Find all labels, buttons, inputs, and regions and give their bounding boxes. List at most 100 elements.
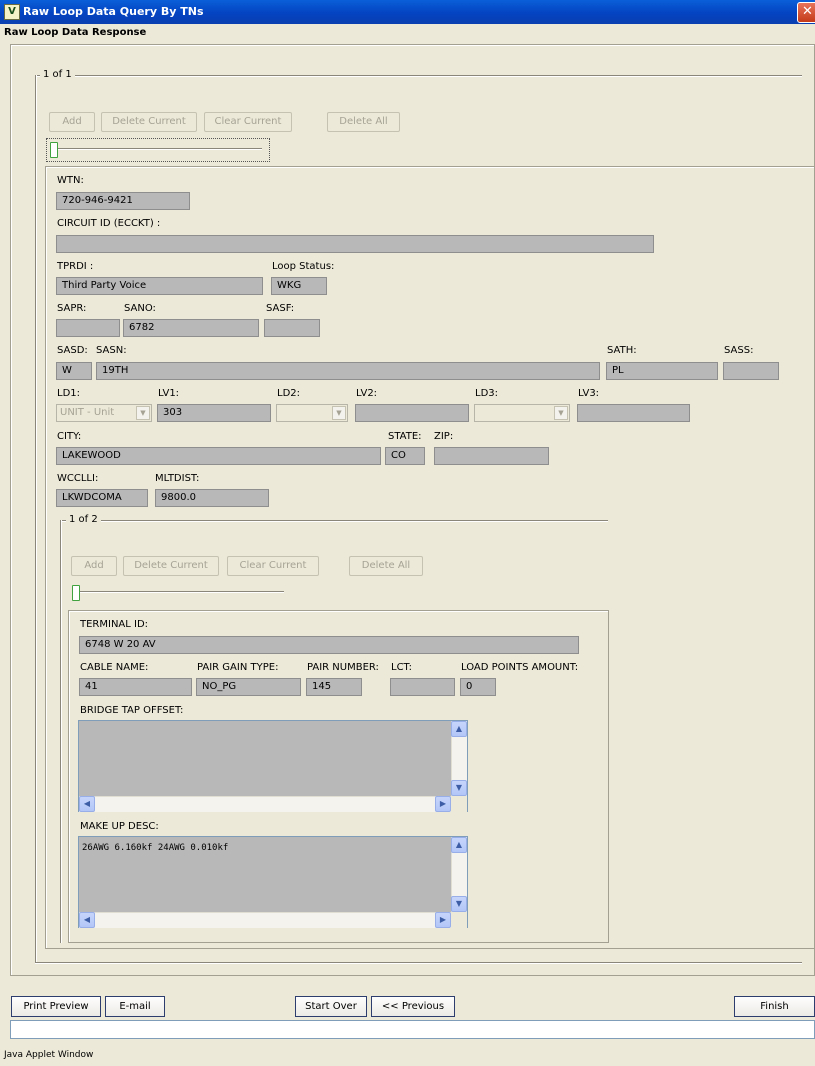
record-slider[interactable]	[46, 138, 270, 162]
wtn-label: WTN:	[57, 175, 84, 186]
start-over-button[interactable]: Start Over	[295, 996, 367, 1017]
scroll-corner	[451, 796, 467, 812]
previous-button[interactable]: << Previous	[371, 996, 455, 1017]
sano-label: SANO:	[124, 303, 156, 314]
lv1-label: LV1:	[158, 388, 180, 399]
city-label: CITY:	[57, 431, 82, 442]
tprdi-label: TPRDI :	[57, 261, 94, 272]
scroll-up-icon[interactable]: ▲	[451, 721, 467, 737]
ld3-label: LD3:	[475, 388, 499, 399]
pair-gain-type-field[interactable]: NO_PG	[196, 678, 301, 696]
circuit-id-label: CIRCUIT ID (ECCKT) :	[57, 218, 161, 229]
ld1-select-value: UNIT - Unit	[60, 407, 115, 418]
email-button[interactable]: E-mail	[105, 996, 165, 1017]
page-title: Raw Loop Data Response	[4, 27, 147, 38]
lv1-field[interactable]: 303	[157, 404, 271, 422]
scroll-right-icon[interactable]: ▶	[435, 796, 451, 812]
scroll-corner	[451, 912, 467, 928]
wtn-field[interactable]: 720-946-9421	[56, 192, 190, 210]
clear-current-record-button[interactable]: Clear Current	[204, 112, 292, 132]
add-record-button[interactable]: Add	[49, 112, 95, 132]
terminal-group-border-top	[60, 520, 608, 521]
sath-field[interactable]: PL	[606, 362, 718, 380]
lv2-field[interactable]	[355, 404, 469, 422]
add-terminal-button[interactable]: Add	[71, 556, 117, 576]
scroll-left-icon[interactable]: ◀	[79, 796, 95, 812]
delete-current-record-button[interactable]: Delete Current	[101, 112, 197, 132]
record-slider-track	[52, 148, 262, 150]
record-group-border-top	[35, 75, 802, 76]
sapr-field[interactable]	[56, 319, 120, 337]
lct-label: LCT:	[391, 662, 412, 673]
app-icon: V	[4, 4, 20, 20]
scroll-up-icon[interactable]: ▲	[451, 837, 467, 853]
sapr-label: SAPR:	[57, 303, 87, 314]
ld3-select[interactable]: ▼	[474, 404, 570, 422]
make-up-desc-text: 26AWG 6.160kf 24AWG 0.010kf	[82, 843, 229, 853]
tprdi-field[interactable]: Third Party Voice	[56, 277, 263, 295]
applet-window-note: Java Applet Window	[4, 1050, 94, 1060]
lct-field[interactable]	[390, 678, 455, 696]
chevron-down-icon[interactable]: ▼	[332, 406, 346, 420]
sasf-label: SASF:	[266, 303, 295, 314]
record-group-border-left	[35, 75, 36, 963]
scroll-right-icon[interactable]: ▶	[435, 912, 451, 928]
mltdist-label: MLTDIST:	[155, 473, 200, 484]
sasd-field[interactable]: W	[56, 362, 92, 380]
pair-number-field[interactable]: 145	[306, 678, 362, 696]
close-icon[interactable]: ✕	[797, 2, 815, 23]
state-field[interactable]: CO	[385, 447, 425, 465]
city-field[interactable]: LAKEWOOD	[56, 447, 381, 465]
load-points-field[interactable]: 0	[460, 678, 496, 696]
make-up-desc-label: MAKE UP DESC:	[80, 821, 159, 832]
mltdist-field[interactable]: 9800.0	[155, 489, 269, 507]
lv2-label: LV2:	[356, 388, 378, 399]
sasn-field[interactable]: 19TH	[96, 362, 600, 380]
cable-name-field[interactable]: 41	[79, 678, 192, 696]
ld1-select[interactable]: UNIT - Unit ▼	[56, 404, 152, 422]
sasd-label: SASD:	[57, 345, 88, 356]
print-preview-button[interactable]: Print Preview	[11, 996, 101, 1017]
make-up-desc-hscroll[interactable]	[79, 912, 451, 928]
sasf-field[interactable]	[264, 319, 320, 337]
zip-field[interactable]	[434, 447, 549, 465]
chevron-down-icon[interactable]: ▼	[136, 406, 150, 420]
delete-current-terminal-button[interactable]: Delete Current	[123, 556, 219, 576]
scroll-down-icon[interactable]: ▼	[451, 896, 467, 912]
pair-gain-type-label: PAIR GAIN TYPE:	[197, 662, 279, 673]
lv3-field[interactable]	[577, 404, 690, 422]
wcclli-label: WCCLLI:	[57, 473, 99, 484]
delete-all-terminals-button[interactable]: Delete All	[349, 556, 423, 576]
ld1-label: LD1:	[57, 388, 81, 399]
scroll-down-icon[interactable]: ▼	[451, 780, 467, 796]
finish-button[interactable]: Finish	[734, 996, 815, 1017]
cable-name-label: CABLE NAME:	[80, 662, 149, 673]
record-slider-thumb[interactable]	[50, 142, 58, 158]
terminal-id-label: TERMINAL ID:	[80, 619, 149, 630]
pair-number-label: PAIR NUMBER:	[307, 662, 379, 673]
lv3-label: LV3:	[578, 388, 600, 399]
sasn-label: SASN:	[96, 345, 127, 356]
terminal-slider-thumb[interactable]	[72, 585, 80, 601]
sass-field[interactable]	[723, 362, 779, 380]
scroll-left-icon[interactable]: ◀	[79, 912, 95, 928]
delete-all-records-button[interactable]: Delete All	[327, 112, 400, 132]
bridge-tap-label: BRIDGE TAP OFFSET:	[80, 705, 184, 716]
terminal-group-label: 1 of 2	[66, 514, 101, 525]
title-bar[interactable]: V Raw Loop Data Query By TNs ✕	[0, 0, 815, 24]
loop-status-label: Loop Status:	[272, 261, 335, 272]
terminal-id-field[interactable]: 6748 W 20 AV	[79, 636, 579, 654]
loop-status-field[interactable]: WKG	[271, 277, 327, 295]
wcclli-field[interactable]: LKWDCOMA	[56, 489, 148, 507]
sath-label: SATH:	[607, 345, 637, 356]
record-group-border-bottom	[35, 962, 802, 963]
circuit-id-field[interactable]	[56, 235, 654, 253]
chevron-down-icon[interactable]: ▼	[554, 406, 568, 420]
state-label: STATE:	[388, 431, 422, 442]
clear-current-terminal-button[interactable]: Clear Current	[227, 556, 319, 576]
load-points-label: LOAD POINTS AMOUNT:	[461, 662, 579, 673]
terminal-slider-track	[74, 591, 284, 593]
ld2-select[interactable]: ▼	[276, 404, 348, 422]
bridge-tap-hscroll[interactable]	[79, 796, 451, 812]
sano-field[interactable]: 6782	[123, 319, 259, 337]
